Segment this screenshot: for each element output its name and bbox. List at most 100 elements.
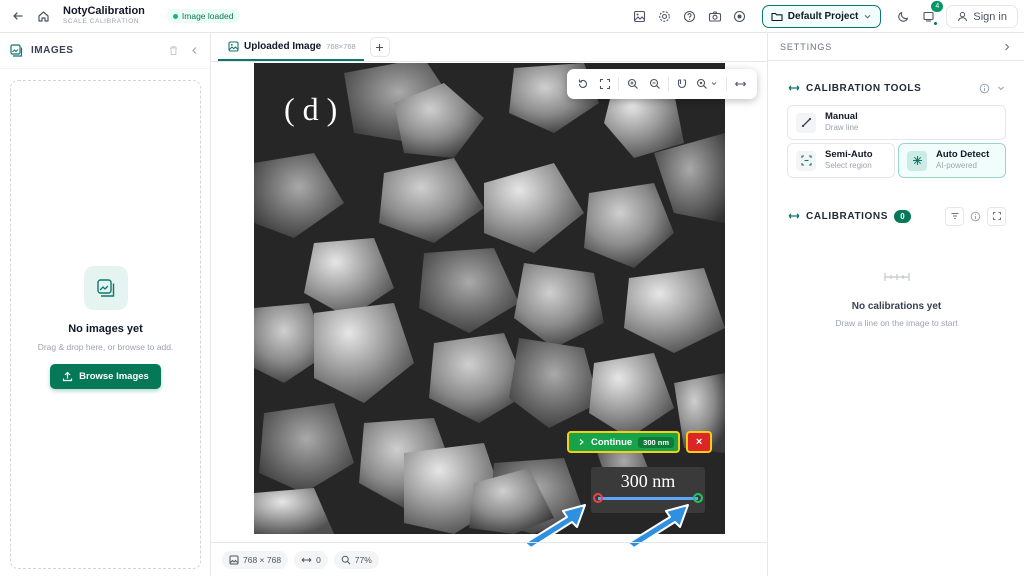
tool-manual[interactable]: Manual Draw line — [787, 105, 1006, 140]
cancel-label: × — [695, 436, 703, 448]
info-icon[interactable] — [979, 83, 990, 94]
filter-button[interactable] — [945, 206, 964, 226]
plus-icon — [376, 43, 384, 51]
magnifier-dropdown-icon[interactable] — [696, 76, 722, 93]
calibrations-header: CALIBRATIONS 0 — [788, 206, 1006, 226]
zoom-out-icon[interactable] — [646, 76, 663, 93]
select-region-icon — [796, 150, 816, 171]
empty-images-subtitle: Drag & drop here, or browse to add. — [37, 342, 174, 352]
image-icon[interactable] — [630, 7, 650, 27]
tool-description: Select region — [825, 160, 872, 170]
expand-icon — [992, 212, 1001, 220]
ruler-icon — [883, 273, 910, 281]
toolbar-divider — [726, 77, 728, 91]
image-toolbar — [567, 69, 757, 99]
measure-icon — [301, 557, 312, 562]
tool-name: Auto Detect — [936, 149, 990, 161]
calibration-tools-header[interactable]: CALIBRATION TOOLS — [788, 80, 1006, 96]
calibrations-empty-state: No calibrations yet Draw a line on the i… — [768, 271, 1024, 328]
settings-panel-header: SETTINGS — [768, 33, 1024, 61]
project-name: Default Project — [787, 11, 859, 22]
images-panel: IMAGES No images yet Drag & drop here, o… — [0, 33, 211, 576]
toolbar-divider — [667, 77, 669, 91]
tool-description: Draw line — [825, 122, 859, 132]
panel-label: ( d ) — [284, 91, 338, 127]
browse-images-label: Browse Images — [79, 371, 149, 382]
gear-icon[interactable] — [655, 7, 675, 27]
image-dropzone[interactable]: No images yet Drag & drop here, or brows… — [10, 80, 201, 569]
image-tab-icon — [228, 40, 239, 52]
cancel-button[interactable]: × — [686, 431, 713, 453]
user-icon — [958, 11, 968, 22]
top-bar-actions: Default Project 4 Sign in — [625, 0, 1018, 29]
chevron-down-icon[interactable] — [996, 83, 1006, 93]
sign-in-button[interactable]: Sign in — [946, 5, 1018, 28]
online-dot — [933, 20, 939, 26]
trash-icon[interactable] — [168, 45, 179, 56]
app-title: NotyCalibration — [63, 5, 145, 18]
status-badge: Image loaded — [166, 9, 241, 23]
calibrations-title: CALIBRATIONS — [806, 210, 889, 222]
empty-calibrations-title: No calibrations yet — [851, 301, 942, 312]
image-canvas[interactable]: ( d ) Continue 300 nm × 300 nm — [211, 63, 767, 549]
tool-auto-detect[interactable]: Auto Detect AI-powered — [898, 143, 1006, 178]
continue-label: Continue — [591, 436, 633, 448]
fit-screen-icon[interactable] — [597, 76, 614, 93]
tool-name: Manual — [825, 111, 858, 123]
add-tab-button[interactable] — [369, 37, 390, 57]
collapse-left-icon[interactable] — [189, 45, 200, 56]
browse-images-button[interactable]: Browse Images — [50, 364, 161, 389]
toolbar-divider — [618, 77, 620, 91]
calibration-tools-title: CALIBRATION TOOLS — [806, 82, 922, 94]
sparkle-icon — [907, 150, 927, 171]
sem-image[interactable]: ( d ) — [254, 63, 725, 534]
measure-icon — [788, 85, 800, 91]
status-bar: 768 × 768 0 77% — [211, 542, 767, 576]
tool-semi-auto[interactable]: Semi-Auto Select region — [787, 143, 895, 178]
image-dimensions-chip: 768 × 768 — [222, 550, 289, 569]
arrow-left-icon[interactable] — [8, 6, 28, 26]
calibration-count: 0 — [316, 554, 321, 565]
help-circle-icon[interactable] — [680, 7, 700, 27]
camera-icon[interactable] — [705, 7, 725, 27]
tab-image-size: 768×768 — [326, 41, 356, 51]
magnet-icon[interactable] — [674, 76, 691, 93]
workspace: Uploaded Image 768×768 (d) Continue 30… — [211, 33, 767, 576]
chevron-right-icon[interactable] — [1002, 42, 1012, 52]
empty-images-title: No images yet — [68, 323, 143, 335]
status-dot — [172, 13, 178, 19]
empty-calibrations-subtitle: Draw a line on the image to start — [835, 318, 958, 328]
scale-bar-label: 300 nm — [620, 471, 676, 491]
info-icon[interactable] — [970, 211, 981, 222]
zoom-in-icon[interactable] — [624, 76, 641, 93]
rotate-icon[interactable] — [575, 76, 592, 93]
line-start-handle[interactable] — [593, 493, 603, 503]
sign-in-label: Sign in — [973, 10, 1007, 23]
notification-icon[interactable]: 4 — [918, 0, 944, 27]
continue-button[interactable]: Continue 300 nm — [567, 431, 681, 453]
moon-icon[interactable] — [893, 7, 913, 27]
tab-uploaded-image[interactable]: Uploaded Image 768×768 — [218, 33, 364, 61]
zoom-level: 77% — [354, 554, 372, 565]
calibrations-count: 0 — [894, 209, 912, 223]
status-badge-label: Image loaded — [181, 11, 234, 21]
calibration-actions: Continue 300 nm × — [567, 431, 713, 453]
tool-name: Semi-Auto — [825, 149, 873, 161]
chevron-right-icon — [579, 439, 584, 445]
settings-title: SETTINGS — [780, 41, 833, 52]
measure-icon[interactable] — [732, 76, 749, 93]
tab-bar: Uploaded Image 768×768 — [211, 33, 767, 62]
line-end-handle[interactable] — [693, 493, 703, 503]
image-icon — [229, 555, 239, 564]
app-brand: NotyCalibration SCALE CALIBRATION — [63, 6, 145, 26]
measure-icon — [788, 213, 800, 219]
top-bar: NotyCalibration SCALE CALIBRATION Image … — [0, 0, 1024, 33]
project-selector[interactable]: Default Project — [761, 5, 882, 28]
expand-button[interactable] — [987, 206, 1006, 226]
chevron-down-icon — [864, 14, 871, 19]
settings-panel: SETTINGS CALIBRATION TOOLS Manual Draw l… — [767, 33, 1024, 576]
tab-label: Uploaded Image — [244, 40, 322, 52]
folder-icon — [771, 12, 783, 22]
record-icon[interactable] — [730, 7, 750, 27]
home-icon[interactable] — [33, 6, 53, 26]
